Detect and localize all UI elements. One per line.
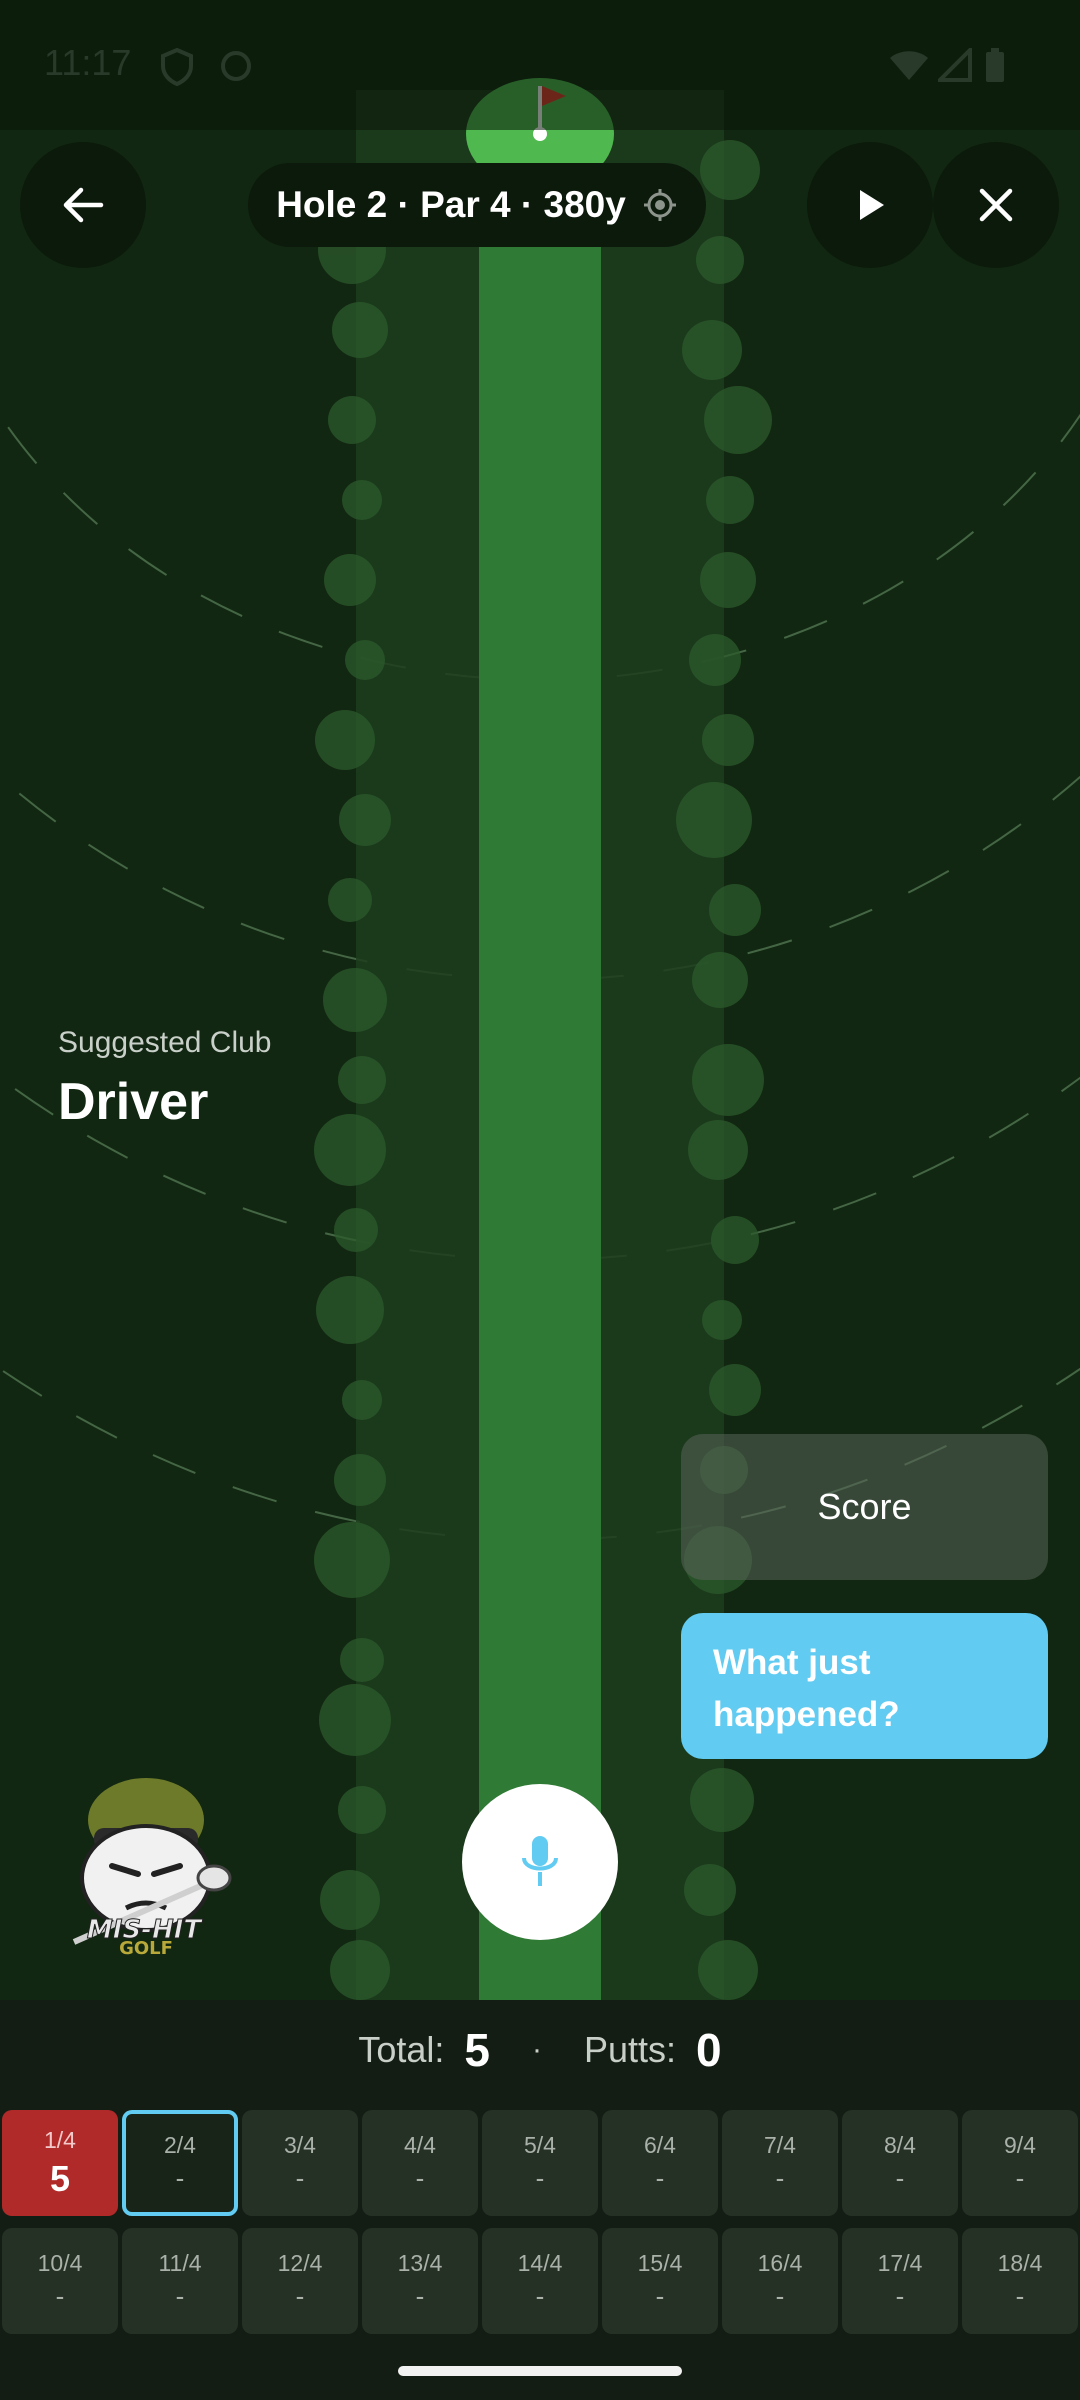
hole-label: 13/4 — [397, 2250, 443, 2276]
hole-cell[interactable]: 18/4 - — [962, 2228, 1078, 2334]
hole-cell[interactable]: 13/4 - — [362, 2228, 478, 2334]
hole-cell[interactable]: 3/4 - — [242, 2110, 358, 2216]
hole-cell[interactable]: 10/4 - — [2, 2228, 118, 2334]
wifi-icon — [890, 51, 928, 80]
hole-cell[interactable]: 6/4 - — [602, 2110, 718, 2216]
suggested-club-label: Suggested Club — [58, 1026, 272, 1059]
hole-score: - — [535, 2281, 545, 2311]
totals-separator: · — [532, 2033, 542, 2066]
hole-label: 4/4 — [404, 2132, 436, 2158]
arrow-left-icon — [63, 187, 104, 223]
mis-hit-golf-logo: MIS-HIT GOLF — [72, 1778, 232, 1955]
hole-cell[interactable]: 9/4 - — [962, 2110, 1078, 2216]
total-value: 5 — [464, 2024, 490, 2076]
hole-label: 10/4 — [37, 2250, 83, 2276]
close-icon — [979, 188, 1013, 222]
putts-value: 0 — [696, 2024, 722, 2076]
hole-score: - — [775, 2163, 785, 2193]
hole-cell[interactable]: 17/4 - — [842, 2228, 958, 2334]
hole-score: - — [175, 2163, 185, 2193]
hole-score: - — [415, 2163, 425, 2193]
home-indicator[interactable] — [398, 2366, 682, 2376]
suggested-club-value: Driver — [58, 1073, 209, 1131]
hole-label: 9/4 — [1004, 2132, 1036, 2158]
putts-label: Putts: — [584, 2029, 677, 2070]
status-bar: 11:17 — [0, 0, 1080, 130]
hole-cell[interactable]: 5/4 - — [482, 2110, 598, 2216]
hole-score: - — [1015, 2281, 1025, 2311]
sync-icon — [221, 51, 251, 81]
hole-label: 15/4 — [637, 2250, 683, 2276]
hole-cell[interactable]: 8/4 - — [842, 2110, 958, 2216]
hole-label: 17/4 — [877, 2250, 923, 2276]
hole-label: 5/4 — [524, 2132, 556, 2158]
hole-cell[interactable]: 15/4 - — [602, 2228, 718, 2334]
hole-score-grid: 1/4 5 2/4- 3/4- 4/4- 5/4- 6/4- 7/4- 8/4- … — [0, 2110, 1080, 2336]
hole-label: 16/4 — [757, 2250, 803, 2276]
hole-cell[interactable]: 7/4 - — [722, 2110, 838, 2216]
hole-cell[interactable]: 16/4 - — [722, 2228, 838, 2334]
hole-cell[interactable]: 1/4 5 — [2, 2110, 118, 2216]
microphone-button[interactable] — [462, 1784, 618, 1940]
hole-info-pill[interactable]: Hole 2 · Par 4 · 380y — [248, 163, 706, 247]
shield-icon — [161, 48, 193, 86]
hole-score: - — [655, 2163, 665, 2193]
microphone-icon — [522, 1836, 558, 1886]
hole-label: 11/4 — [158, 2250, 202, 2276]
status-time: 11:17 — [44, 42, 132, 83]
hole-label: 12/4 — [277, 2250, 323, 2276]
close-button[interactable] — [933, 142, 1059, 268]
svg-text:GOLF: GOLF — [119, 1938, 173, 1955]
hole-cell[interactable]: 14/4 - — [482, 2228, 598, 2334]
hole-score: - — [415, 2281, 425, 2311]
hole-cell[interactable]: 4/4 - — [362, 2110, 478, 2216]
hole-score: - — [895, 2281, 905, 2311]
what-just-happened-button[interactable]: What just happened? — [681, 1613, 1048, 1759]
crosshair-icon — [643, 189, 676, 221]
hole-score: - — [1015, 2163, 1025, 2193]
score-button[interactable]: Score — [681, 1434, 1048, 1580]
totals-row: Total: 5 · Putts: 0 — [0, 2000, 1080, 2100]
hole-label: 18/4 — [997, 2250, 1043, 2276]
hole-cell[interactable]: 11/4 - — [122, 2228, 238, 2334]
hole-score: - — [55, 2281, 65, 2311]
hole-cell[interactable]: 12/4 - — [242, 2228, 358, 2334]
total-label: Total: — [358, 2029, 445, 2070]
hole-label: 14/4 — [517, 2250, 563, 2276]
hole-score: - — [295, 2163, 305, 2193]
hole-label: 7/4 — [764, 2132, 796, 2158]
hole-label: 1/4 — [44, 2126, 76, 2153]
battery-icon — [986, 48, 1004, 82]
signal-icon — [938, 48, 972, 82]
hole-score: - — [295, 2281, 305, 2311]
play-icon — [860, 190, 884, 220]
hole-info: Hole 2 · Par 4 · 380y — [276, 184, 626, 225]
hole-score: - — [535, 2163, 545, 2193]
back-button[interactable] — [20, 142, 146, 268]
hole-score: - — [775, 2281, 785, 2311]
hole-label: 2/4 — [164, 2132, 196, 2158]
hole-score: - — [655, 2281, 665, 2311]
hole-cell-current[interactable]: 2/4 - — [122, 2110, 238, 2216]
play-button[interactable] — [807, 142, 933, 268]
hole-label: 6/4 — [644, 2132, 676, 2158]
hole-score: - — [895, 2163, 905, 2193]
hole-score: 5 — [49, 2157, 71, 2199]
hole-score: - — [175, 2281, 185, 2311]
hole-label: 8/4 — [884, 2132, 916, 2158]
hole-label: 3/4 — [284, 2132, 316, 2158]
